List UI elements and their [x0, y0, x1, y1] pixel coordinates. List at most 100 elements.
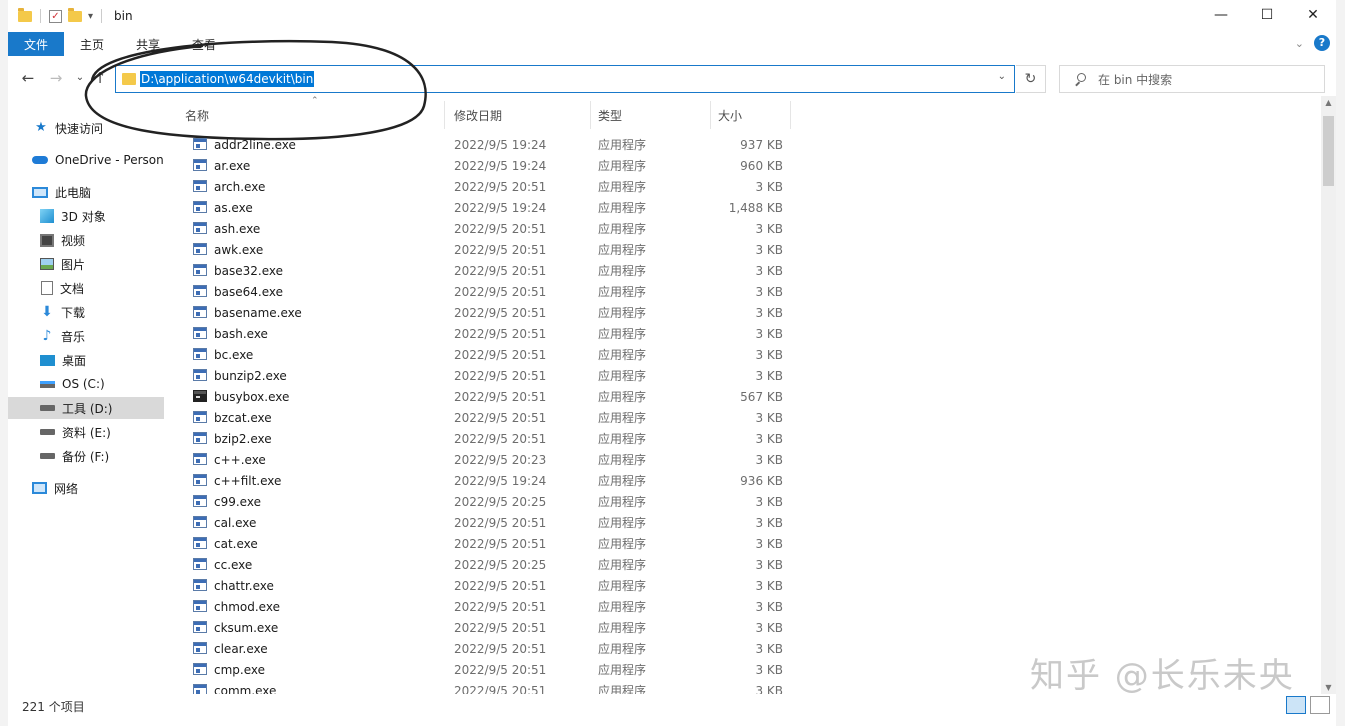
column-divider[interactable]	[444, 101, 445, 129]
file-name: cat.exe	[214, 536, 258, 551]
file-row[interactable]: cksum.exe 2022/9/5 20:51 应用程序 3 KB	[168, 617, 788, 638]
file-row[interactable]: c99.exe 2022/9/5 20:25 应用程序 3 KB	[168, 491, 788, 512]
file-type: 应用程序	[598, 306, 647, 320]
folder-icon	[122, 73, 136, 85]
column-header-size[interactable]: 大小	[718, 101, 742, 129]
properties-icon[interactable]: ✓	[49, 9, 62, 23]
file-row[interactable]: base64.exe 2022/9/5 20:51 应用程序 3 KB	[168, 281, 788, 302]
file-row[interactable]: bc.exe 2022/9/5 20:51 应用程序 3 KB	[168, 344, 788, 365]
back-button[interactable]: ←	[18, 68, 38, 88]
column-label: 类型	[598, 108, 623, 123]
sidebar-item-label: 桌面	[62, 353, 87, 368]
file-row[interactable]: chattr.exe 2022/9/5 20:51 应用程序 3 KB	[168, 575, 788, 596]
scrollbar-thumb[interactable]	[1323, 116, 1334, 186]
sidebar-item-onedrive[interactable]: OneDrive - Persona	[8, 149, 164, 171]
up-button[interactable]: ↑	[90, 68, 110, 88]
help-icon[interactable]: ?	[1314, 35, 1330, 51]
column-header-type[interactable]: 类型	[598, 101, 622, 129]
file-name: chattr.exe	[214, 578, 274, 593]
file-row[interactable]: busybox.exe 2022/9/5 20:51 应用程序 567 KB	[168, 386, 788, 407]
watermark-text: 知乎 @长乐未央	[1030, 656, 1295, 696]
file-date: 2022/9/5 20:25	[454, 557, 547, 572]
file-name: cc.exe	[214, 557, 253, 572]
file-date: 2022/9/5 20:51	[454, 620, 547, 635]
sidebar-item-downloads[interactable]: ⬇ 下载	[8, 301, 164, 323]
file-row[interactable]: basename.exe 2022/9/5 20:51 应用程序 3 KB	[168, 302, 788, 323]
address-dropdown-icon[interactable]: ⌄	[998, 71, 1006, 82]
file-row[interactable]: ash.exe 2022/9/5 20:51 应用程序 3 KB	[168, 218, 788, 239]
search-input[interactable]: 在 bin 中搜索	[1059, 65, 1325, 93]
tab-view[interactable]: 查看	[176, 32, 232, 56]
details-view-button[interactable]	[1286, 696, 1306, 714]
tab-file[interactable]: 文件	[8, 32, 64, 56]
file-row[interactable]: comm.exe 2022/9/5 20:51 应用程序 3 KB	[168, 680, 788, 694]
sidebar-item-3d-objects[interactable]: 3D 对象	[8, 205, 164, 227]
file-row[interactable]: awk.exe 2022/9/5 20:51 应用程序 3 KB	[168, 239, 788, 260]
sidebar-item-drive-c[interactable]: OS (C:)	[8, 373, 164, 395]
os-drive-icon	[40, 380, 55, 388]
column-divider[interactable]	[790, 101, 791, 129]
sidebar-item-quick-access[interactable]: ★ 快速访问	[8, 117, 164, 139]
status-bar: 221 个项目	[8, 694, 1336, 718]
tab-home[interactable]: 主页	[64, 32, 120, 56]
sidebar-item-this-pc[interactable]: 此电脑	[8, 181, 164, 203]
recent-locations-button[interactable]: ⌄	[70, 68, 90, 88]
sidebar-item-pictures[interactable]: 图片	[8, 253, 164, 275]
file-row[interactable]: chmod.exe 2022/9/5 20:51 应用程序 3 KB	[168, 596, 788, 617]
address-path[interactable]: D:\application\w64devkit\bin	[140, 71, 315, 87]
file-row[interactable]: clear.exe 2022/9/5 20:51 应用程序 3 KB	[168, 638, 788, 659]
file-type: 应用程序	[598, 495, 647, 509]
file-row[interactable]: bash.exe 2022/9/5 20:51 应用程序 3 KB	[168, 323, 788, 344]
column-header-name[interactable]: 名称	[185, 101, 209, 129]
column-header-date[interactable]: 修改日期	[454, 101, 502, 129]
sidebar-item-videos[interactable]: 视频	[8, 229, 164, 251]
exe-icon	[193, 369, 207, 381]
column-divider[interactable]	[710, 101, 711, 129]
sidebar-item-documents[interactable]: 文档	[8, 277, 164, 299]
sidebar-item-drive-e[interactable]: 资料 (E:)	[8, 421, 164, 443]
expand-ribbon-icon[interactable]: ⌄	[1295, 37, 1304, 50]
file-row[interactable]: c++filt.exe 2022/9/5 19:24 应用程序 936 KB	[168, 470, 788, 491]
file-row[interactable]: bunzip2.exe 2022/9/5 20:51 应用程序 3 KB	[168, 365, 788, 386]
file-row[interactable]: base32.exe 2022/9/5 20:51 应用程序 3 KB	[168, 260, 788, 281]
minimize-button[interactable]: —	[1198, 0, 1244, 30]
exe-icon	[193, 306, 207, 318]
file-row[interactable]: bzip2.exe 2022/9/5 20:51 应用程序 3 KB	[168, 428, 788, 449]
close-button[interactable]: ✕	[1290, 0, 1336, 30]
drive-icon	[40, 429, 55, 435]
file-type: 应用程序	[598, 222, 647, 236]
file-type: 应用程序	[598, 621, 647, 635]
column-divider[interactable]	[590, 101, 591, 129]
file-row[interactable]: ar.exe 2022/9/5 19:24 应用程序 960 KB	[168, 155, 788, 176]
file-row[interactable]: cc.exe 2022/9/5 20:25 应用程序 3 KB	[168, 554, 788, 575]
file-row[interactable]: bzcat.exe 2022/9/5 20:51 应用程序 3 KB	[168, 407, 788, 428]
large-icons-view-button[interactable]	[1310, 696, 1330, 714]
sidebar-item-network[interactable]: 网络	[8, 477, 164, 499]
file-date: 2022/9/5 20:51	[454, 389, 547, 404]
address-bar[interactable]: D:\application\w64devkit\bin ⌄	[115, 65, 1015, 93]
sidebar-item-drive-f[interactable]: 备份 (F:)	[8, 445, 164, 467]
scroll-down-icon[interactable]: ▼	[1321, 683, 1336, 692]
maximize-button[interactable]: ☐	[1244, 0, 1290, 30]
customize-toolbar-icon[interactable]: ▾	[88, 11, 93, 22]
scroll-up-icon[interactable]: ▲	[1321, 98, 1336, 107]
sidebar-item-label: 资料 (E:)	[62, 425, 111, 440]
exe-icon	[193, 474, 207, 486]
file-date: 2022/9/5 20:51	[454, 305, 547, 320]
search-placeholder: 在 bin 中搜索	[1098, 72, 1173, 87]
forward-button[interactable]: →	[46, 68, 66, 88]
vertical-scrollbar[interactable]: ▲ ▼	[1321, 96, 1336, 694]
file-row[interactable]: arch.exe 2022/9/5 20:51 应用程序 3 KB	[168, 176, 788, 197]
file-row[interactable]: cal.exe 2022/9/5 20:51 应用程序 3 KB	[168, 512, 788, 533]
refresh-button[interactable]: ↻	[1016, 65, 1046, 93]
sidebar-item-music[interactable]: ♪ 音乐	[8, 325, 164, 347]
file-row[interactable]: as.exe 2022/9/5 19:24 应用程序 1,488 KB	[168, 197, 788, 218]
sidebar-item-desktop[interactable]: 桌面	[8, 349, 164, 371]
file-row[interactable]: cmp.exe 2022/9/5 20:51 应用程序 3 KB	[168, 659, 788, 680]
sidebar-item-drive-d[interactable]: 工具 (D:)	[8, 397, 164, 419]
file-row[interactable]: c++.exe 2022/9/5 20:23 应用程序 3 KB	[168, 449, 788, 470]
file-row[interactable]: cat.exe 2022/9/5 20:51 应用程序 3 KB	[168, 533, 788, 554]
tab-share[interactable]: 共享	[120, 32, 176, 56]
file-row[interactable]: addr2line.exe 2022/9/5 19:24 应用程序 937 KB	[168, 134, 788, 155]
new-folder-icon[interactable]	[68, 7, 82, 22]
